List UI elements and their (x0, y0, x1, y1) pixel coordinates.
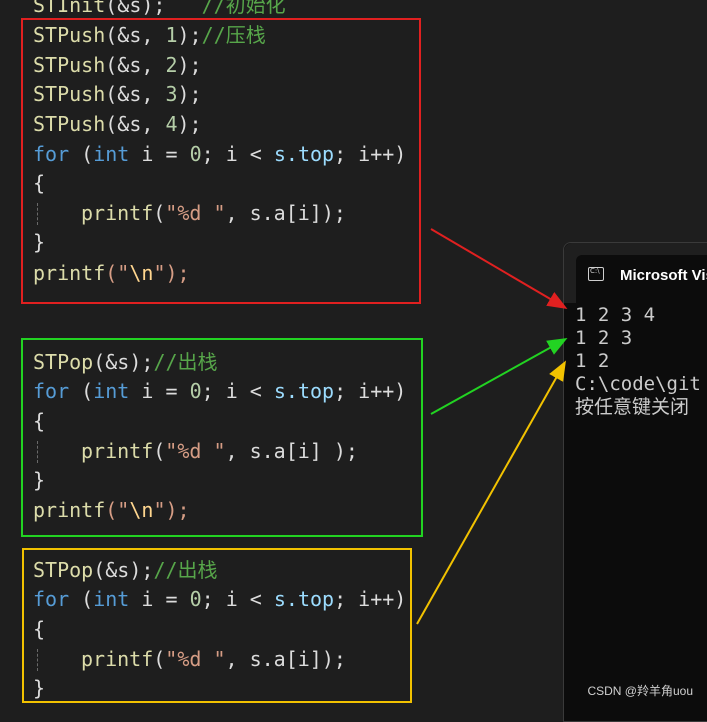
csdn-watermark: CSDN @羚羊角uou (587, 684, 693, 698)
yellow-arrow (416, 360, 566, 625)
red-arrow (430, 228, 568, 310)
green-arrow (430, 338, 568, 415)
annotation-arrows (416, 228, 568, 625)
